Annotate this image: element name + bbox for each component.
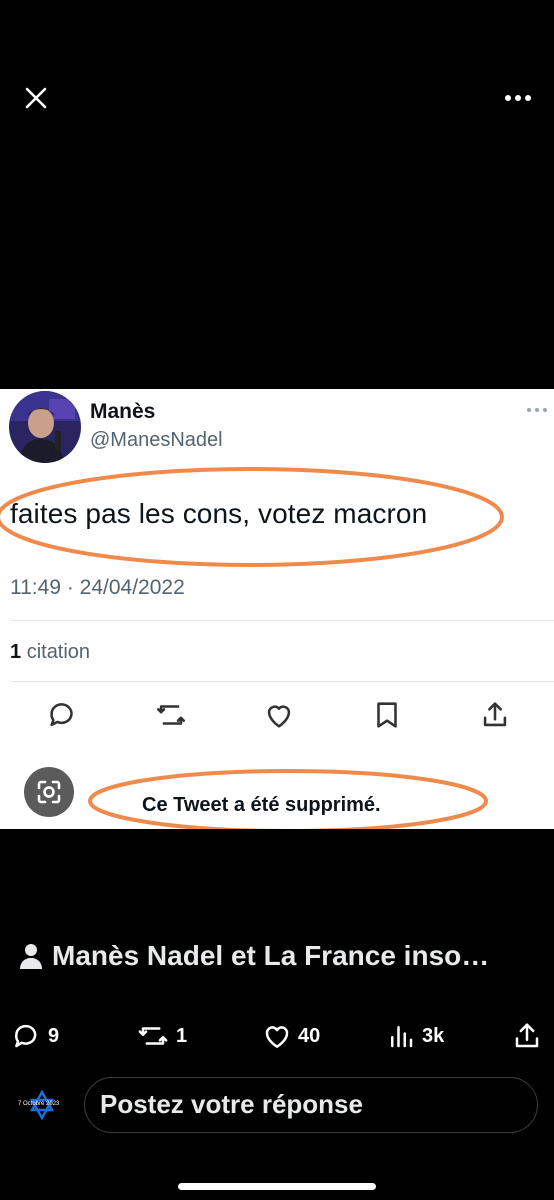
visual-lookup-button[interactable] bbox=[24, 767, 74, 817]
quote-count-row: 1 citation bbox=[10, 641, 90, 664]
person-icon bbox=[20, 944, 42, 969]
card-bookmark-icon bbox=[370, 698, 404, 732]
embedded-tweet-image[interactable]: Manès @ManesNadel faites pas les cons, v… bbox=[0, 389, 554, 829]
post-title[interactable]: Manès Nadel et La France inso… bbox=[20, 940, 489, 972]
home-indicator[interactable] bbox=[178, 1183, 376, 1190]
like-count: 40 bbox=[298, 1024, 321, 1047]
close-button[interactable] bbox=[22, 84, 50, 112]
views-button[interactable]: 3k bbox=[386, 1021, 444, 1051]
tweet-timestamp: 11:49 · 24/04/2022 bbox=[10, 576, 185, 599]
close-icon bbox=[25, 87, 47, 109]
views-count: 3k bbox=[422, 1024, 445, 1047]
more-horizontal-icon bbox=[505, 95, 531, 101]
author-handle: @ManesNadel bbox=[90, 429, 223, 451]
more-options-button[interactable] bbox=[502, 84, 534, 112]
card-retweet-icon bbox=[154, 698, 188, 732]
tweet-text: faites pas les cons, votez macron bbox=[10, 498, 428, 529]
reply-count: 9 bbox=[48, 1024, 60, 1047]
scan-icon bbox=[37, 780, 61, 804]
card-more-icon bbox=[526, 403, 548, 417]
like-button[interactable]: 40 bbox=[262, 1021, 320, 1051]
reply-placeholder: Postez votre réponse bbox=[100, 1089, 363, 1119]
divider bbox=[10, 620, 554, 621]
card-share-icon bbox=[478, 698, 512, 732]
repost-button[interactable]: 1 bbox=[136, 1021, 187, 1051]
card-reply-icon bbox=[46, 698, 80, 732]
share-icon bbox=[515, 1023, 539, 1048]
share-button[interactable] bbox=[512, 1021, 542, 1051]
repost-icon bbox=[138, 1027, 168, 1045]
card-like-icon bbox=[262, 698, 296, 732]
avatar bbox=[9, 391, 81, 463]
views-icon bbox=[391, 1026, 413, 1048]
repost-count: 1 bbox=[176, 1024, 188, 1047]
quote-count: 1 bbox=[10, 641, 22, 663]
post-title-text: Manès Nadel et La France inso… bbox=[52, 940, 490, 971]
divider bbox=[10, 681, 554, 682]
author-name: Manès bbox=[90, 400, 156, 423]
user-avatar-badge[interactable]: 7 Octobre 2023 bbox=[16, 1088, 68, 1124]
like-icon bbox=[265, 1026, 289, 1048]
reply-button[interactable]: 9 bbox=[12, 1021, 59, 1051]
quote-label: citation bbox=[26, 641, 91, 663]
badge-text: 7 Octobre 2023 bbox=[18, 1101, 60, 1107]
reply-icon bbox=[15, 1024, 37, 1048]
deleted-notice: Ce Tweet a été supprimé. bbox=[142, 794, 381, 816]
